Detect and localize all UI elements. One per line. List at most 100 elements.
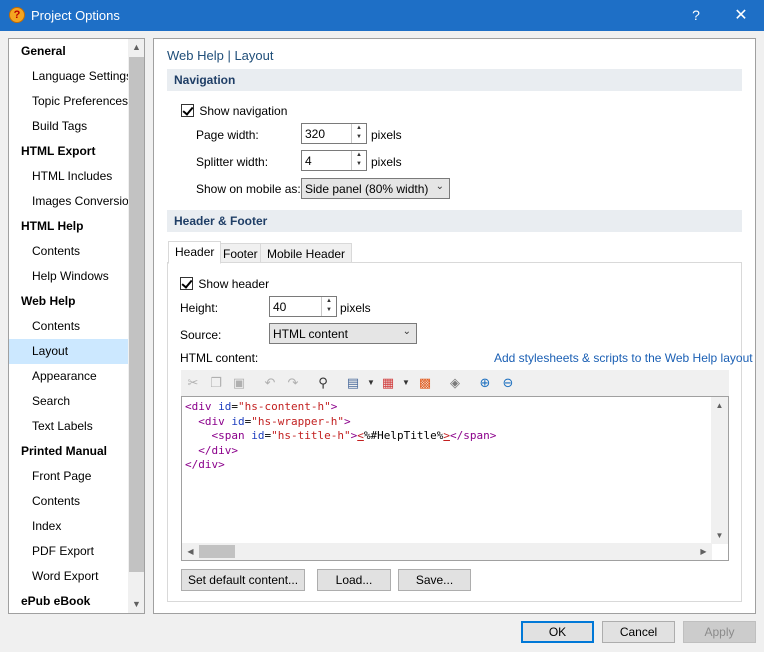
splitter-width-spinner[interactable]: 4 ▲ ▼: [301, 150, 367, 171]
sidebar-item-language-settings[interactable]: Language Settings: [9, 64, 132, 89]
page-width-value[interactable]: 320: [305, 127, 325, 141]
sidebar-group-web-help[interactable]: Web Help: [9, 289, 128, 314]
sidebar-item-index[interactable]: Index: [9, 514, 128, 539]
scroll-right-icon[interactable]: ▶: [695, 543, 712, 560]
splitter-width-label: Splitter width:: [196, 155, 269, 169]
find-icon[interactable]: ⚲: [314, 374, 332, 392]
paste-icon[interactable]: ▣: [230, 374, 248, 392]
editor-vertical-scrollbar[interactable]: ▲ ▼: [711, 397, 728, 544]
apply-button[interactable]: Apply: [683, 621, 756, 643]
main-panel: Web Help | Layout Navigation Show naviga…: [153, 38, 756, 614]
show-on-mobile-value: Side panel (80% width): [305, 182, 429, 196]
add-stylesheets-link[interactable]: Add stylesheets & scripts to the Web Hel…: [494, 351, 753, 365]
spin-up-icon[interactable]: ▲: [322, 297, 336, 306]
sidebar-group-printed-manual[interactable]: Printed Manual: [9, 439, 128, 464]
scrollbar-thumb[interactable]: [199, 545, 235, 558]
spin-down-icon[interactable]: ▼: [352, 133, 366, 142]
zoom-out-icon[interactable]: ⊖: [499, 374, 517, 392]
tab-mobile-header[interactable]: Mobile Header: [260, 243, 353, 264]
sidebar-group-html-help[interactable]: HTML Help: [9, 214, 128, 239]
tab-header[interactable]: Header: [168, 241, 222, 264]
page-title: Web Help | Layout: [167, 48, 274, 63]
scroll-up-icon[interactable]: ▲: [711, 397, 728, 414]
splitter-width-value[interactable]: 4: [305, 154, 312, 168]
sidebar-group-html-export[interactable]: HTML Export: [9, 139, 128, 164]
spin-down-icon[interactable]: ▼: [322, 306, 336, 315]
spin-down-icon[interactable]: ▼: [352, 160, 366, 169]
undo-icon[interactable]: ↶: [261, 374, 279, 392]
color-grid-icon[interactable]: ▦: [379, 374, 397, 392]
sidebar-item-help-windows[interactable]: Help Windows: [9, 264, 128, 289]
page-width-label: Page width:: [196, 128, 259, 142]
sidebar-scrollbar[interactable]: ▲ ▼: [128, 39, 144, 613]
scrollbar-thumb[interactable]: [129, 57, 144, 572]
height-spinner[interactable]: 40 ▲ ▼: [269, 296, 337, 317]
sidebar-item-contents[interactable]: Contents: [9, 314, 128, 339]
show-header-checkbox[interactable]: Show header: [180, 276, 269, 291]
chevron-down-icon: ⌄: [402, 326, 411, 337]
html-code[interactable]: <div id="hs-content-h"> <div id="hs-wrap…: [185, 400, 496, 473]
show-navigation-checkbox[interactable]: Show navigation: [181, 103, 287, 118]
tab-footer[interactable]: Footer: [216, 243, 265, 264]
ok-button[interactable]: OK: [521, 621, 594, 643]
window-title: Project Options: [31, 8, 120, 23]
sidebar-item-word-export[interactable]: Word Export: [9, 564, 128, 589]
navigation-section-header: Navigation: [167, 69, 742, 91]
sidebar-item-pdf-export[interactable]: PDF Export: [9, 539, 128, 564]
zoom-in-icon[interactable]: ⊕: [476, 374, 494, 392]
insert-image-icon[interactable]: ▤: [344, 374, 362, 392]
html-content-label: HTML content:: [180, 351, 259, 365]
close-button[interactable]: ✕: [718, 0, 764, 31]
sidebar-group-epub-ebook[interactable]: ePub eBook: [9, 589, 128, 613]
show-header-label: Show header: [198, 276, 270, 291]
sidebar-item-contents[interactable]: Contents: [9, 239, 128, 264]
page-width-spinner[interactable]: 320 ▲ ▼: [301, 123, 367, 144]
height-unit: pixels: [340, 301, 371, 315]
page-width-unit: pixels: [371, 128, 402, 142]
scroll-left-icon[interactable]: ◀: [182, 543, 199, 560]
checkbox-checked-icon[interactable]: [181, 104, 194, 118]
cancel-button[interactable]: Cancel: [602, 621, 675, 643]
load-button[interactable]: Load...: [317, 569, 391, 591]
sidebar-item-front-page[interactable]: Front Page: [9, 464, 128, 489]
picture-icon[interactable]: ▩: [416, 374, 434, 392]
spin-up-icon[interactable]: ▲: [352, 124, 366, 133]
scroll-down-icon[interactable]: ▼: [128, 596, 144, 613]
sidebar-item-appearance[interactable]: Appearance: [9, 364, 128, 389]
set-default-content-button[interactable]: Set default content...: [181, 569, 305, 591]
height-label: Height:: [180, 301, 219, 315]
sidebar-item-html-includes[interactable]: HTML Includes: [9, 164, 128, 189]
html-content-editor[interactable]: <div id="hs-content-h"> <div id="hs-wrap…: [181, 396, 729, 561]
spin-up-icon[interactable]: ▲: [352, 151, 366, 160]
sidebar-item-build-tags[interactable]: Build Tags: [9, 114, 128, 139]
source-select[interactable]: HTML content ⌄: [269, 323, 417, 344]
scroll-up-icon[interactable]: ▲: [128, 39, 144, 56]
app-icon: ?: [9, 7, 25, 23]
editor-toolbar: ✂ ❐ ▣ ↶ ↷ ⚲ ▤ ▼ ▦ ▼ ▩ ◈ ⊕ ⊖: [181, 370, 729, 396]
source-value: HTML content: [273, 327, 348, 341]
format-icon[interactable]: ◈: [446, 374, 464, 392]
sidebar-item-text-labels[interactable]: Text Labels: [9, 414, 128, 439]
source-label: Source:: [180, 328, 222, 342]
copy-icon[interactable]: ❐: [207, 374, 225, 392]
show-on-mobile-label: Show on mobile as:: [196, 182, 301, 196]
help-button[interactable]: ?: [684, 0, 708, 31]
sidebar-item-topic-preferences[interactable]: Topic Preferences: [9, 89, 128, 114]
sidebar-item-layout[interactable]: Layout: [9, 339, 128, 364]
show-on-mobile-select[interactable]: Side panel (80% width) ⌄: [301, 178, 450, 199]
dropdown-arrow-icon[interactable]: ▼: [397, 374, 415, 392]
editor-horizontal-scrollbar[interactable]: ◀ ▶: [182, 543, 712, 560]
save-button[interactable]: Save...: [398, 569, 471, 591]
cut-icon[interactable]: ✂: [184, 374, 202, 392]
scroll-down-icon[interactable]: ▼: [711, 527, 728, 544]
sidebar-item-images-conversion[interactable]: Images Conversion: [9, 189, 135, 214]
header-footer-section-header: Header & Footer: [167, 210, 742, 232]
checkbox-checked-icon[interactable]: [180, 277, 193, 291]
show-navigation-label: Show navigation: [199, 103, 288, 118]
sidebar-item-contents[interactable]: Contents: [9, 489, 128, 514]
redo-icon[interactable]: ↷: [284, 374, 302, 392]
sidebar-group-general[interactable]: General: [9, 39, 128, 64]
dropdown-arrow-icon[interactable]: ▼: [362, 374, 380, 392]
sidebar-item-search[interactable]: Search: [9, 389, 128, 414]
height-value[interactable]: 40: [273, 300, 286, 314]
